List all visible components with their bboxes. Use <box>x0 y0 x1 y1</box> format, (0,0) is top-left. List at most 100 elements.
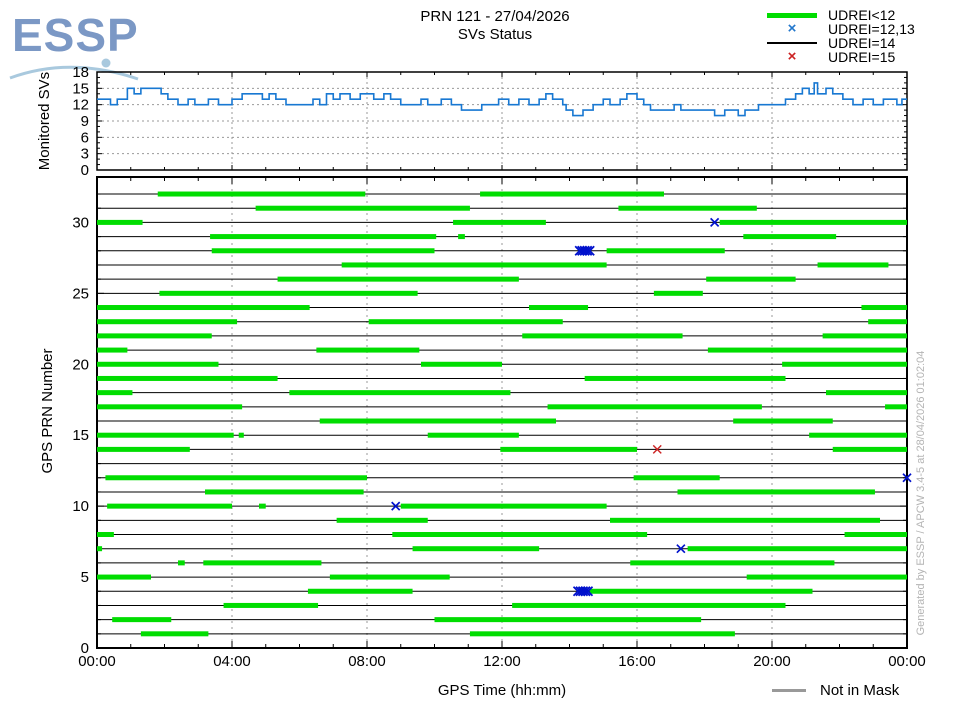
x-tick-label: 16:00 <box>618 653 656 670</box>
visibility-segment <box>319 418 556 424</box>
visibility-segment <box>205 489 364 495</box>
visibility-segment <box>529 305 589 311</box>
visibility-segment <box>336 517 428 523</box>
visibility-segment <box>469 631 735 637</box>
visibility-segment <box>412 546 540 552</box>
visibility-segment <box>434 617 702 623</box>
visibility-segment <box>203 560 322 566</box>
visibility-segment <box>97 532 114 538</box>
visibility-segment <box>633 475 720 481</box>
x-tick-label: 04:00 <box>213 653 251 670</box>
visibility-segment <box>653 290 703 296</box>
visibility-segment <box>861 305 907 311</box>
visibility-segment <box>316 347 420 353</box>
visibility-segment <box>589 588 813 594</box>
visibility-segment <box>746 574 907 580</box>
visibility-segment <box>97 574 151 580</box>
visibility-segment <box>817 262 889 268</box>
visibility-segment <box>223 602 319 608</box>
svs-status-plots: 036912151805101520253000:00 04:00 08:00 12:… <box>72 64 925 670</box>
generated-watermark: Generated by ESSP / APCW 3.4-5 at 28/04/… <box>915 350 927 636</box>
visibility-segment <box>277 276 519 282</box>
visibility-segment <box>687 546 907 552</box>
visibility-segment <box>707 347 907 353</box>
y-tick-label: 0 <box>81 162 89 179</box>
visibility-segment <box>211 248 435 254</box>
visibility-segment <box>618 205 757 211</box>
y-tick-label: 9 <box>81 113 89 130</box>
visibility-segment <box>255 205 470 211</box>
y-tick-label: 15 <box>72 427 89 444</box>
y-tick-label: 5 <box>81 569 89 586</box>
visibility-segment <box>584 375 786 381</box>
visibility-segment <box>97 333 212 339</box>
visibility-segment <box>522 333 683 339</box>
visibility-segment <box>822 333 907 339</box>
visibility-segment <box>500 446 637 452</box>
visibility-segment <box>630 560 835 566</box>
visibility-segment <box>157 191 366 197</box>
visibility-segment <box>97 305 310 311</box>
visibility-segment <box>421 361 502 367</box>
visibility-segment <box>259 503 266 509</box>
visibility-segment <box>392 532 648 538</box>
visibility-segment <box>719 219 907 225</box>
x-tick-label: 20:00 <box>753 653 791 670</box>
gray-line-icon <box>772 689 806 692</box>
visibility-segment <box>97 390 133 396</box>
visibility-segment <box>427 432 519 438</box>
visibility-segment <box>706 276 796 282</box>
visibility-segment <box>210 234 437 240</box>
visibility-segment <box>105 475 367 481</box>
visibility-segment <box>809 432 907 438</box>
visibility-segment <box>97 361 219 367</box>
y-tick-label: 12 <box>72 97 89 114</box>
visibility-segment <box>512 602 786 608</box>
visibility-segment <box>400 503 607 509</box>
visibility-segment <box>844 532 907 538</box>
not-in-mask-label: Not in Mask <box>820 682 900 699</box>
visibility-segment <box>112 617 172 623</box>
visibility-segment <box>733 418 833 424</box>
visibility-segment <box>97 546 103 552</box>
visibility-segment <box>782 361 907 367</box>
visibility-segment <box>885 404 907 410</box>
visibility-segment <box>341 262 607 268</box>
visibility-segment <box>329 574 450 580</box>
visibility-segment <box>140 631 209 637</box>
visibility-segment <box>107 503 232 509</box>
visibility-segment <box>97 432 234 438</box>
visibility-segment <box>97 219 143 225</box>
y-tick-label: 20 <box>72 356 89 373</box>
visibility-segment <box>606 248 725 254</box>
visibility-segment <box>832 446 907 452</box>
visibility-segment <box>97 319 238 325</box>
visibility-segment <box>307 588 413 594</box>
not-in-mask-legend: Not in Mask <box>772 682 899 699</box>
visibility-segment <box>368 319 563 325</box>
visibility-segment <box>97 347 128 353</box>
y-tick-label: 6 <box>81 129 89 146</box>
visibility-segment <box>480 191 664 197</box>
y-tick-label: 30 <box>72 214 89 231</box>
visibility-segment <box>159 290 418 296</box>
visibility-segment <box>178 560 185 566</box>
visibility-segment <box>97 375 278 381</box>
x-tick-label: 12:00 <box>483 653 521 670</box>
visibility-segment <box>97 446 190 452</box>
y-tick-label: 18 <box>72 64 89 81</box>
x-tick-label: 00:00 <box>78 653 116 670</box>
x-tick-label: 08:00 <box>348 653 386 670</box>
visibility-segment <box>238 432 244 438</box>
visibility-segment <box>458 234 465 240</box>
visibility-segment <box>868 319 907 325</box>
visibility-segment <box>547 404 762 410</box>
y-tick-label: 25 <box>72 285 89 302</box>
visibility-segment <box>610 517 880 523</box>
visibility-segment <box>289 390 511 396</box>
svs-status-page: ESSP PRN 121 - 27/04/2026 SVs Status UDR… <box>0 0 960 720</box>
visibility-segment <box>453 219 546 225</box>
y-tick-label: 15 <box>72 80 89 97</box>
visibility-segment <box>97 404 243 410</box>
visibility-segment <box>826 390 907 396</box>
